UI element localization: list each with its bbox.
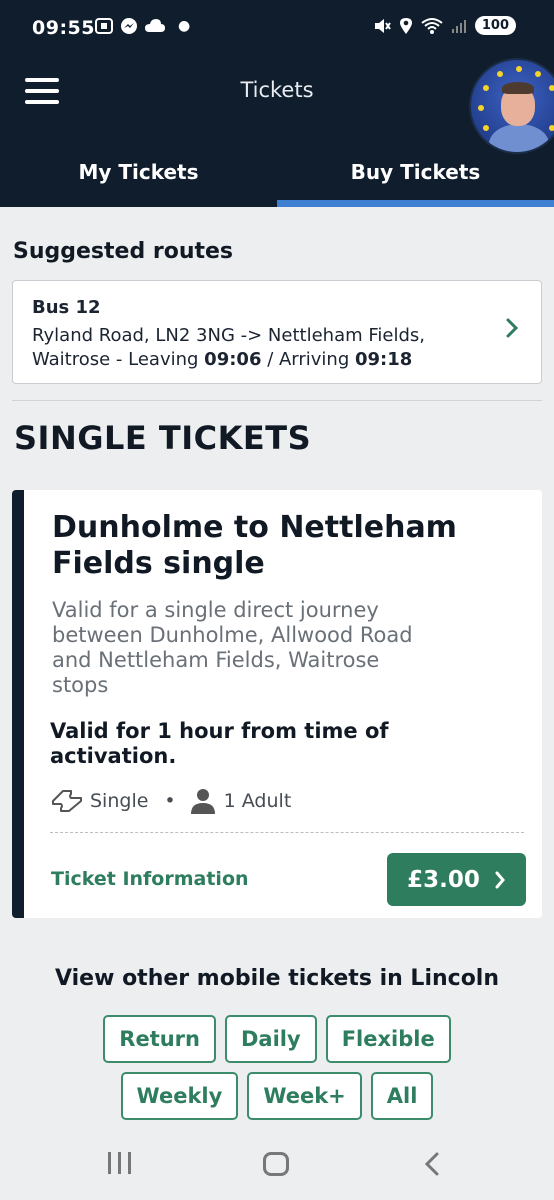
ticket-category-chips: Return Daily Flexible Weekly Week+ All	[0, 1015, 554, 1120]
section-divider	[12, 400, 542, 401]
system-nav-bar	[0, 1130, 554, 1200]
screenshot-icon	[95, 18, 113, 34]
ticket-name: Dunholme to Nettleham Fields single	[52, 510, 457, 581]
ticket-card: Dunholme to Nettleham Fields single Vali…	[12, 490, 542, 918]
single-tickets-heading: SINGLE TICKETS	[14, 419, 312, 457]
battery-icon: 100	[474, 16, 516, 35]
back-icon[interactable]	[423, 1152, 441, 1176]
price-label: £3.00	[407, 866, 480, 893]
cloud-icon	[145, 19, 165, 32]
ticket-information-link[interactable]: Ticket Information	[51, 868, 249, 890]
buy-price-button[interactable]: £3.00	[387, 853, 526, 906]
suggested-routes-heading: Suggested routes	[13, 239, 234, 264]
chevron-right-icon	[495, 871, 505, 888]
ticket-validity: Valid for 1 hour from time of activation…	[50, 719, 389, 768]
ticket-meta: Single • 1 Adult	[50, 788, 291, 814]
chip-all[interactable]: All	[370, 1072, 434, 1120]
route-leaving-time: 09:06	[204, 349, 262, 370]
wifi-icon	[421, 17, 443, 34]
signal-icon	[451, 19, 466, 33]
recent-apps-icon[interactable]	[108, 1152, 131, 1174]
chip-weekly[interactable]: Weekly	[120, 1072, 239, 1120]
chevron-right-icon	[505, 316, 519, 346]
chip-return[interactable]: Return	[103, 1015, 216, 1063]
app-header: 09:55 ● 100 Tickets My Tickets Buy Ticke…	[0, 0, 554, 207]
mute-icon	[374, 18, 391, 33]
tab-my-tickets[interactable]: My Tickets	[0, 150, 277, 207]
user-avatar[interactable]	[469, 58, 554, 154]
route-description: Ryland Road, LN2 3NG -> Nettleham Fields…	[32, 324, 482, 372]
suggested-route-card[interactable]: Bus 12 Ryland Road, LN2 3NG -> Nettleham…	[12, 280, 542, 384]
messenger-icon	[121, 18, 137, 34]
ticket-type: Single	[90, 790, 149, 812]
status-left-icons: ●	[94, 17, 190, 35]
route-bus-number: Bus 12	[32, 297, 101, 318]
ticket-icon	[52, 790, 82, 812]
separator-dot: •	[164, 790, 176, 812]
ticket-description: Valid for a single direct journey betwee…	[52, 598, 413, 697]
person-icon	[190, 789, 215, 814]
other-tickets-heading: View other mobile tickets in Lincoln	[54, 966, 500, 991]
status-bar: 09:55 ● 100	[0, 0, 554, 56]
home-icon[interactable]	[263, 1152, 289, 1176]
location-icon	[399, 17, 412, 34]
chip-week-plus[interactable]: Week+	[247, 1072, 362, 1120]
dashed-divider	[50, 832, 524, 833]
ticket-passengers: 1 Adult	[223, 790, 292, 812]
tab-buy-tickets[interactable]: Buy Tickets	[277, 150, 554, 207]
avatar-hair	[502, 82, 534, 94]
status-time: 09:55	[32, 17, 95, 39]
notification-dot-icon: ●	[178, 18, 191, 34]
ticket-tabs: My Tickets Buy Tickets	[0, 150, 554, 207]
route-separator: / Arriving	[261, 349, 355, 370]
chip-daily[interactable]: Daily	[225, 1015, 317, 1063]
route-arriving-time: 09:18	[354, 349, 413, 370]
status-right-icons: 100	[373, 16, 516, 35]
chip-flexible[interactable]: Flexible	[325, 1015, 451, 1063]
